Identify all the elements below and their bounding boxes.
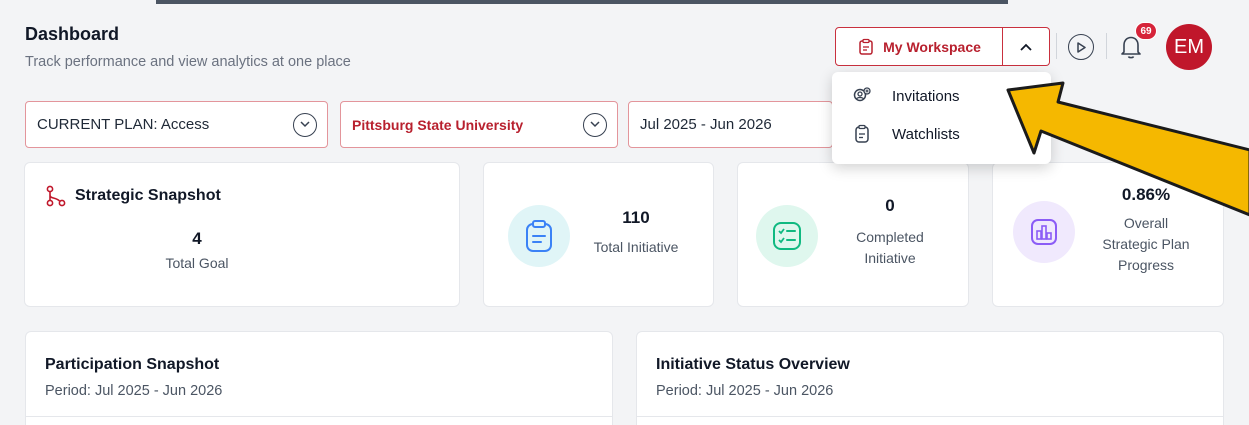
progress-label-3: Progress <box>1117 257 1175 273</box>
total-initiative-card: 110 Total Initiative <box>483 162 714 307</box>
university-filter-label: Pittsburg State University <box>352 116 524 133</box>
invitations-icon <box>853 87 871 102</box>
total-goal-value: 4 <box>192 229 202 248</box>
panel-divider <box>637 416 1223 417</box>
total-goal-stat: 4 Total Goal <box>137 229 257 274</box>
menu-item-invitations[interactable]: Invitations <box>852 84 960 108</box>
workspace-icon <box>859 38 873 55</box>
chevron-down-icon <box>293 112 317 137</box>
progress-label-2: Strategic Plan <box>1102 236 1190 252</box>
bar-chart-icon <box>1031 219 1057 245</box>
top-scroll-indicator <box>156 0 1008 4</box>
page-header: Dashboard Track performance and view ana… <box>25 24 351 70</box>
participation-snapshot-panel: Participation Snapshot Period: Jul 2025 … <box>25 331 613 425</box>
invitations-label: Invitations <box>892 87 960 105</box>
total-initiative-value: 110 <box>622 208 650 227</box>
play-button[interactable] <box>1068 34 1094 60</box>
page-subtitle: Track performance and view analytics at … <box>25 54 351 70</box>
period-filter[interactable]: Jul 2025 - Jun 2026 <box>628 101 833 148</box>
plan-filter[interactable]: CURRENT PLAN: Access <box>25 101 328 148</box>
total-initiative-icon-circle <box>508 205 570 267</box>
my-workspace-button[interactable]: My Workspace <box>835 27 1003 66</box>
strategic-plan-progress-card: 0.86% Overall Strategic Plan Progress <box>992 162 1224 307</box>
progress-icon-circle <box>1013 201 1075 263</box>
completed-initiative-icon-circle <box>756 205 818 267</box>
initiative-status-title: Initiative Status Overview <box>656 356 850 373</box>
period-filter-label: Jul 2025 - Jun 2026 <box>640 116 772 133</box>
strategic-snapshot-header: Strategic Snapshot <box>45 185 221 207</box>
my-workspace-label: My Workspace <box>883 38 981 55</box>
workspace-toggle-button[interactable] <box>1003 27 1050 66</box>
participation-snapshot-period: Period: Jul 2025 - Jun 2026 <box>45 383 223 399</box>
chevron-up-icon <box>1020 43 1032 51</box>
workspace-dropdown-menu: Invitations Watchlists <box>832 72 1051 164</box>
participation-snapshot-title: Participation Snapshot <box>45 356 220 373</box>
initiative-status-panel: Initiative Status Overview Period: Jul 2… <box>636 331 1224 425</box>
strategic-snapshot-card: Strategic Snapshot 4 Total Goal <box>24 162 460 307</box>
toolbar-divider <box>1106 33 1107 59</box>
play-icon <box>1077 41 1086 53</box>
completed-initiative-label-1: Completed <box>856 229 924 245</box>
completed-initiative-stat: 0 Completed Initiative <box>830 196 950 269</box>
completed-initiative-label-2: Initiative <box>864 250 916 266</box>
toolbar-divider <box>1056 33 1057 59</box>
progress-value: 0.86% <box>1121 185 1171 204</box>
plan-filter-label: CURRENT PLAN: Access <box>37 116 210 133</box>
total-initiative-label: Total Initiative <box>593 239 679 255</box>
menu-item-watchlists[interactable]: Watchlists <box>852 122 960 146</box>
strategic-plan-progress-stat: 0.86% Overall Strategic Plan Progress <box>1081 185 1211 276</box>
clipboard-icon <box>526 220 552 252</box>
notification-count-badge: 69 <box>1135 22 1157 40</box>
chevron-down-icon <box>583 112 607 137</box>
checklist-icon <box>773 222 801 250</box>
university-filter[interactable]: Pittsburg State University <box>340 101 618 148</box>
user-avatar[interactable]: EM <box>1166 24 1212 70</box>
completed-initiative-value: 0 <box>885 196 895 215</box>
progress-label-1: Overall <box>1123 215 1169 231</box>
total-goal-label: Total Goal <box>165 255 229 271</box>
watchlist-icon <box>855 124 869 143</box>
initiative-status-period: Period: Jul 2025 - Jun 2026 <box>656 383 834 399</box>
hierarchy-icon <box>46 185 66 207</box>
strategic-snapshot-title: Strategic Snapshot <box>75 187 221 204</box>
workspace-button-group: My Workspace <box>835 27 1050 66</box>
page-title: Dashboard <box>25 24 120 44</box>
watchlists-label: Watchlists <box>892 125 960 143</box>
panel-divider <box>26 416 612 417</box>
total-initiative-stat: 110 Total Initiative <box>576 208 696 258</box>
completed-initiative-card: 0 Completed Initiative <box>737 162 969 307</box>
